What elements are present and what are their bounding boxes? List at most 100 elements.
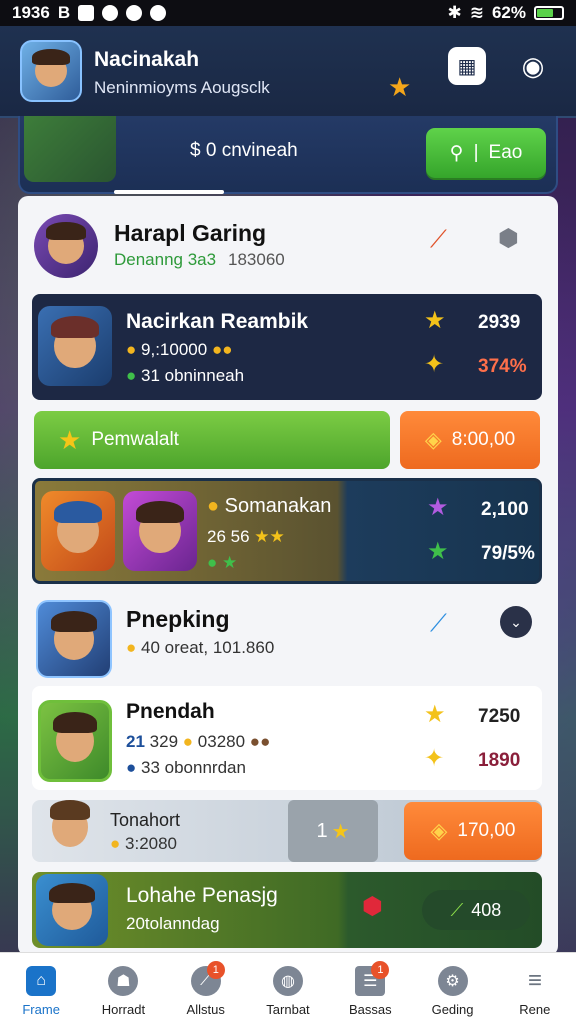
team-name: ● Somanakan [207,495,332,517]
featured-value1: 2939 [478,312,521,333]
tonahort-price-button[interactable]: ◈ 170,00 [404,802,542,860]
notification-icon [78,5,95,21]
user-avatar[interactable] [20,40,82,102]
coin-icon: ◈ [430,818,448,843]
profile-name: Harapl Garing [114,220,267,246]
feather-icon[interactable]: ⟋ [430,610,447,638]
battery-text: 62% [491,3,526,22]
coin-icon: ● [182,732,194,751]
profile-row[interactable]: Harapl Garing Denanng 3a3 183060 ⟋ ⬢ [32,206,542,296]
tonahort-name: Tonahort [110,810,181,830]
lohahe-value-pill[interactable]: ⟋ 408 [422,890,530,930]
coin-icon: ● [126,340,137,359]
nav-item-home[interactable]: ⌂ Frame [0,953,82,1025]
pnendah-line2: ● 33 obonnrdan [126,758,246,777]
nav-item-list[interactable]: ☰ 1 Bassas [329,953,411,1025]
wifi-icon: ≋ [469,3,484,22]
gear-icon: ⚙ [437,966,468,996]
pnepking-avatar [36,600,112,678]
nav-item-settings[interactable]: ⚙ Geding [411,953,493,1025]
price-button[interactable]: ◈ 8:00,00 [400,411,540,469]
header-title: Nacinakah [94,48,200,71]
star-icon: ★ [331,820,350,843]
lohahe-name: Lohahe Penasjg [126,884,278,907]
menu-icon: ≡ [527,967,542,994]
coin-icon: ● [126,638,137,657]
pnendah-row[interactable]: Pnendah 21 329 ● 03280 ●● ● 33 obonnrdan… [32,686,542,790]
pnendah-name: Pnendah [126,700,215,723]
team-line1: 26 56 ★★ [207,527,285,546]
app-icon [150,5,167,21]
lohahe-avatar [36,874,108,946]
team-avatar-1 [41,491,115,571]
robot-icon: ◉ [521,50,545,81]
nav-item-compass[interactable]: ⟋ 1 Allstus [165,953,247,1025]
status-bar: 1936 B ✱ ≋ 62% [0,0,576,26]
star-icon: ★ [424,307,446,334]
boost-icon: ⟋ [450,899,464,920]
battery-icon [534,6,564,20]
profile-button[interactable]: ◉ [514,47,552,85]
search-icon: ⚲ [449,142,464,164]
tonahort-mid[interactable]: 1 ★ [288,800,378,862]
featured-coins: ● 9,:10000 ●● [126,340,233,359]
promo-text: $ 0 cnvineah [190,140,298,161]
featured-line2: ● 31 obninneah [126,366,245,385]
lohahe-sub: 20tolanndag [126,914,220,933]
featured-value2: 374% [478,356,527,377]
promo-banner: $ 0 cnvineah ⚲ | Eao [18,116,558,194]
team-value1: 2,100 [481,499,529,520]
featured-row[interactable]: Nacirkan Reambik ● 9,:10000 ●● ● 31 obni… [32,294,542,400]
chevron-down-icon[interactable]: ⌄ [500,606,532,638]
pnepking-name: Pnepking [126,606,230,632]
notification-badge: 1 [206,961,225,979]
permit-button[interactable]: ★ Pemwalalt [34,411,390,469]
tab-indicator [114,190,224,194]
nav-item-menu[interactable]: ≡ Rene [494,953,576,1025]
message-icon [102,5,119,21]
nav-item-shield[interactable]: ◍ Tarnbat [247,953,329,1025]
gem-icon: ● [126,758,137,777]
coin-icon: ◈ [424,427,442,452]
coin-icon: ●● [211,340,233,359]
shield-icon: ⬢ [362,893,383,920]
coin-icon: ● [110,834,121,853]
notification-badge: 1 [371,961,390,979]
main-panel: Harapl Garing Denanng 3a3 183060 ⟋ ⬢ Nac… [18,196,558,956]
tonahort-avatar [38,792,102,862]
bottom-navigation: ⌂ Frame ☗ Horradt ⟋ 1 Allstus ◍ Tarnbat … [0,952,576,1025]
robot-icon: ☗ [108,966,139,996]
lohahe-row[interactable]: Lohahe Penasjg 20tolanndag ⬢ ⟋ 408 [32,872,542,948]
token-icon: ●● [249,732,271,751]
pnendah-line1: 21 329 ● 03280 ●● [126,732,271,751]
shield-icon[interactable]: ⬢ [498,224,519,253]
gem-icon: ● [126,366,137,385]
nav-item-robot[interactable]: ☗ Horradt [82,953,164,1025]
shield-icon: ◍ [272,966,303,996]
star-purple-icon: ★ [427,494,449,521]
pnepking-sub: ● 40 oreat, 101.860 [126,638,275,657]
feather-icon[interactable]: ⟋ [430,226,447,254]
star-green-icon: ★ [427,538,449,565]
search-button-label: Eao [488,142,523,163]
permit-label: Pemwalalt [91,429,179,450]
pnendah-value1: 7250 [478,706,521,727]
grid-icon: ▦ [457,55,477,78]
trophy-icon: ✦ [424,351,445,378]
pnepking-row[interactable]: Pnepking ● 40 oreat, 101.860 ⟋ ⌄ [32,594,542,680]
profile-subtitle: Denanng 3a3 [114,250,217,269]
grid-button[interactable]: ▦ [448,47,486,85]
team-row[interactable]: ● Somanakan 26 56 ★★ ● ★ ★ ★ 2,100 79/5% [32,478,542,584]
status-time: 1936 [12,3,50,22]
team-value2: 79/5% [481,543,535,564]
star-icon: ★ [58,424,82,455]
header-subtitle: Neninmioyms Aougsclk [94,78,270,97]
team-line2: ● ★ [207,553,238,572]
trophy-icon: ✦ [424,745,445,772]
search-button[interactable]: ⚲ | Eao [426,128,546,178]
featured-avatar [38,306,112,386]
promo-image [24,116,116,182]
clock-icon [126,5,143,21]
star-icon[interactable]: ★ [388,72,411,103]
featured-name: Nacirkan Reambik [126,310,309,333]
